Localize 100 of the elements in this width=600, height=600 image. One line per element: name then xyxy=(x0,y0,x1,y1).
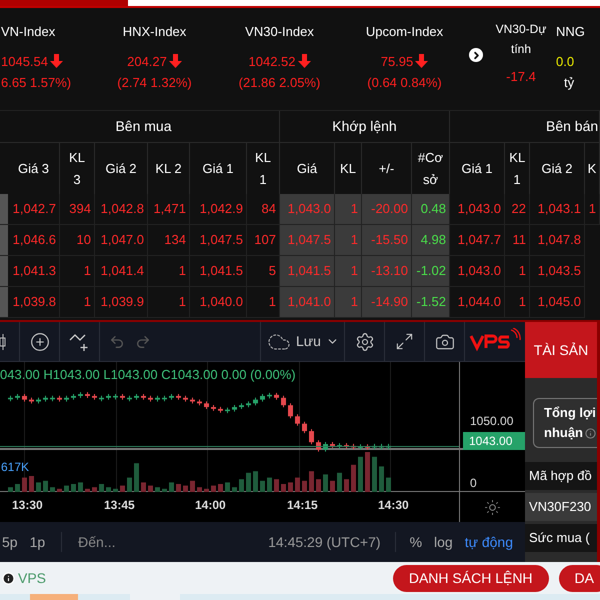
volume-bar xyxy=(379,466,384,492)
interval-button[interactable]: 1p xyxy=(30,532,46,552)
brand-text: VPS xyxy=(18,568,46,588)
table-cell: 5 xyxy=(247,256,280,287)
candle xyxy=(260,393,265,402)
candle xyxy=(50,395,55,402)
table-cell: 1,041.3 xyxy=(8,256,60,287)
redo-icon[interactable] xyxy=(135,334,151,350)
column-header: +/- xyxy=(378,160,394,178)
volume-bar xyxy=(50,487,55,492)
footer-button[interactable]: DANH SÁCH LỆNH xyxy=(392,565,549,592)
trend-line-icon[interactable] xyxy=(68,332,90,352)
candle xyxy=(106,393,111,400)
time-label: 14:00 xyxy=(195,497,226,514)
index-name: VN-Index xyxy=(1,23,56,41)
volume-bar xyxy=(183,486,188,492)
table-cell: -15.50 xyxy=(362,225,412,256)
candle xyxy=(225,407,230,414)
candle xyxy=(141,393,146,400)
volume-bar xyxy=(8,487,13,492)
volume-bar xyxy=(372,456,377,492)
undo-icon[interactable] xyxy=(109,334,125,350)
go-to-date-button[interactable]: Đến... xyxy=(78,532,116,552)
add-icon[interactable] xyxy=(30,332,50,352)
table-cell: 11 xyxy=(505,225,530,256)
candle xyxy=(8,395,13,402)
index-name: VN30-Index xyxy=(245,23,314,41)
table-cell: 1 xyxy=(148,287,190,318)
candle xyxy=(253,397,258,406)
foreign-name: NNG xyxy=(556,23,585,41)
table-cell: -14.90 xyxy=(362,287,412,318)
table-cell: 1,044.0 xyxy=(450,287,505,318)
footer-button[interactable]: DA xyxy=(558,565,600,592)
panel-text: Mã hợp đồ xyxy=(529,467,592,486)
index-change: 6.65 1.57%) xyxy=(1,74,72,92)
interval-button[interactable]: 5p xyxy=(2,532,18,552)
scale-option[interactable]: % xyxy=(410,532,422,552)
scale-option[interactable]: log xyxy=(434,532,453,552)
volume-bar xyxy=(281,484,286,492)
volume-bar xyxy=(218,484,223,492)
candle xyxy=(92,393,97,400)
forecast-value: -17.4 xyxy=(506,68,536,86)
volume-bar xyxy=(71,484,76,492)
candle xyxy=(169,393,174,400)
table-cell: 1 xyxy=(60,256,95,287)
candle xyxy=(239,402,244,410)
volume-bar xyxy=(246,472,251,492)
down-arrow-icon xyxy=(50,54,63,68)
candle xyxy=(127,395,132,402)
column-group-header: Khớp lệnh xyxy=(332,117,397,136)
profit-label: Tổng lợi nhuận xyxy=(544,404,597,442)
column-header: Giá 3 xyxy=(18,160,50,178)
table-cell: 1,047.7 xyxy=(450,225,505,256)
index-name: HNX-Index xyxy=(122,23,186,41)
candle-icon[interactable] xyxy=(0,334,6,350)
candle xyxy=(176,393,181,400)
panel-text: VN30F230 xyxy=(529,498,592,516)
volume-bar xyxy=(120,486,125,492)
column-group-header: Bên bán xyxy=(546,117,598,136)
down-arrow-icon xyxy=(168,54,182,68)
panel-text: Sức mua ( xyxy=(529,529,590,548)
volume-bar xyxy=(225,482,230,492)
volume-bar xyxy=(169,482,174,492)
fullscreen-icon[interactable] xyxy=(395,332,414,351)
forecast-name: VN30-Dự tính xyxy=(494,21,548,58)
column-header: Giá xyxy=(296,160,318,178)
down-arrow-icon xyxy=(415,54,428,68)
column-group-header: Bên mua xyxy=(115,117,172,136)
save-dropdown[interactable]: Lưu xyxy=(260,322,345,361)
volume-bar xyxy=(288,482,293,492)
table-cell: 84 xyxy=(247,194,280,225)
volume-bar xyxy=(22,478,27,492)
assets-tab[interactable]: TÀI SẢN xyxy=(525,322,597,378)
candle xyxy=(85,392,90,398)
candle xyxy=(22,393,27,402)
price-legend: 043.00 H1043.00 L1043.00 C1043.00 0.00 (0.00%) xyxy=(0,367,296,383)
table-cell: 1,039.9 xyxy=(95,287,148,318)
table-cell: 134 xyxy=(148,225,190,256)
candle xyxy=(29,397,34,404)
column-header: KL 3 xyxy=(68,148,86,188)
volume-bar xyxy=(15,484,20,492)
candle xyxy=(274,392,279,400)
table-cell: 1 xyxy=(505,256,530,287)
candle xyxy=(218,406,223,414)
table-cell: 0.48 xyxy=(412,194,450,225)
candle xyxy=(302,421,307,434)
candle xyxy=(134,393,139,400)
candle xyxy=(43,395,48,402)
candle xyxy=(71,393,76,400)
candle xyxy=(155,395,160,402)
next-button[interactable] xyxy=(469,48,483,62)
table-cell: 1,042.9 xyxy=(190,194,247,225)
table-cell: 1,039.8 xyxy=(8,287,60,318)
table-cell: 1,043.0 xyxy=(450,256,505,287)
brightness-icon[interactable] xyxy=(484,498,501,516)
candle xyxy=(204,400,209,410)
scale-option[interactable]: tự động xyxy=(464,532,513,552)
volume-bar xyxy=(134,463,139,492)
settings-icon[interactable] xyxy=(354,332,374,352)
table-cell: 1,040.0 xyxy=(190,287,247,318)
